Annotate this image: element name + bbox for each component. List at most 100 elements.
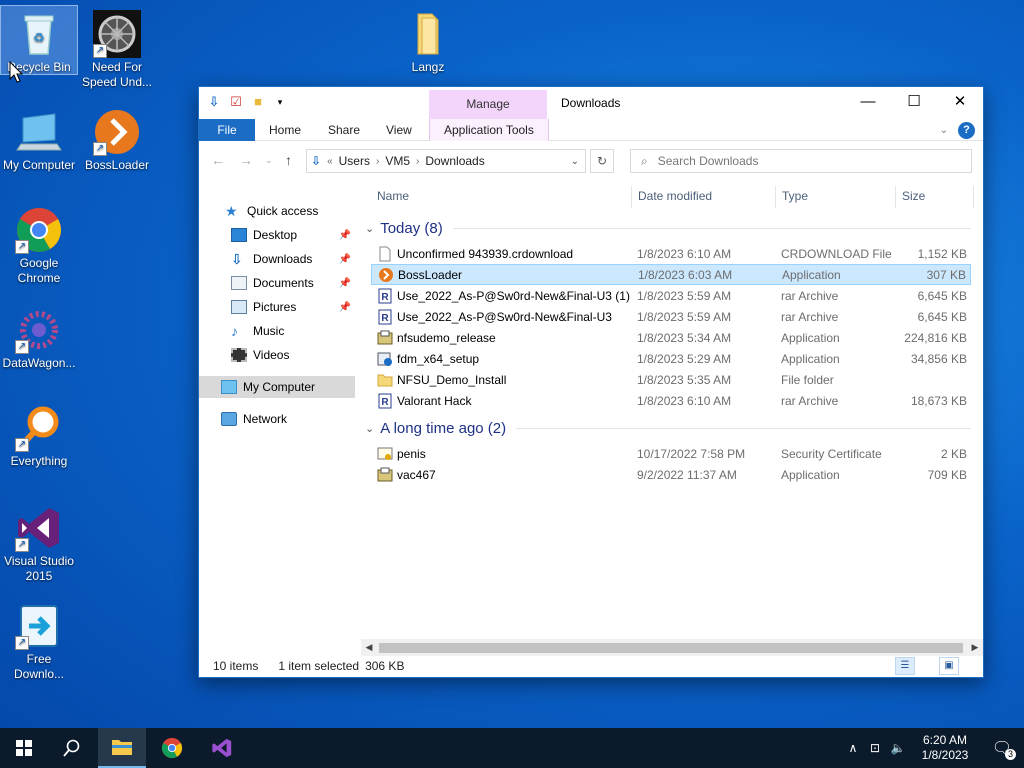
path-overflow[interactable]: « [327, 156, 333, 167]
group-header-today[interactable]: ⌄ Today (8) [365, 218, 971, 238]
up-arrow-icon[interactable]: ↑ [285, 152, 292, 168]
column-divider[interactable] [895, 186, 896, 208]
desktop-icon-free-download-manager[interactable]: ↗ Free Downlo... [1, 598, 77, 682]
table-row[interactable]: R Use_2022_As-P@Sw0rd-New&Final-U3 (1) 1… [371, 285, 971, 306]
expand-ribbon-icon[interactable]: ⌄ [940, 125, 948, 136]
table-row[interactable]: fdm_x64_setup 1/8/2023 5:29 AM Applicati… [371, 348, 971, 369]
address-bar[interactable]: ⇩ « Users › VM5 › Downloads ⌄ [306, 149, 586, 173]
nav-item-pictures[interactable]: Pictures 📌 [199, 296, 355, 318]
column-header-size[interactable]: Size [902, 182, 925, 210]
down-arrow-icon[interactable]: ⇩ [205, 93, 223, 111]
chevron-right-icon[interactable]: › [416, 156, 419, 167]
show-hidden-icons-icon[interactable]: ∧ [842, 741, 864, 755]
desktop-icon-my-computer[interactable]: My Computer [1, 104, 77, 173]
desktop-icon-everything[interactable]: ↗ Everything [1, 400, 77, 469]
tab-file[interactable]: File [199, 119, 255, 141]
file-size: 307 KB [926, 267, 966, 282]
action-center-button[interactable]: 🗨 3 [980, 728, 1024, 768]
column-header-name[interactable]: Name [377, 182, 409, 210]
tab-home[interactable]: Home [255, 119, 315, 141]
taskbar-chrome[interactable] [148, 728, 196, 768]
scrollbar-thumb[interactable] [379, 643, 963, 653]
nav-item-network[interactable]: Network [199, 408, 355, 430]
taskbar-visual-studio[interactable] [198, 728, 246, 768]
nav-item-videos[interactable]: Videos [199, 344, 355, 366]
desktop-icon-langz[interactable]: Langz [390, 6, 466, 75]
desktop-icon-google-chrome[interactable]: ↗ Google Chrome [1, 202, 77, 286]
table-row-selected[interactable]: BossLoader 1/8/2023 6:03 AM Application … [371, 264, 971, 285]
clock[interactable]: 6:20 AM 1/8/2023 [910, 733, 980, 763]
chevron-right-icon[interactable]: › [376, 156, 379, 167]
pin-icon[interactable]: 📌 [339, 278, 351, 289]
file-size: 224,816 KB [904, 330, 967, 345]
nav-item-documents[interactable]: Documents 📌 [199, 272, 355, 294]
desktop-icon-datawagon[interactable]: ↗ DataWagon... [1, 302, 77, 371]
pin-icon[interactable]: 📌 [339, 254, 351, 265]
close-button[interactable]: ✕ [937, 87, 983, 117]
tab-view[interactable]: View [372, 119, 426, 141]
column-divider[interactable] [775, 186, 776, 208]
mouse-cursor-icon [9, 61, 23, 83]
search-input[interactable]: ⌕ Search Downloads [630, 149, 972, 173]
table-row[interactable]: vac467 9/2/2022 11:37 AM Application 709… [371, 464, 971, 485]
file-date: 1/8/2023 5:34 AM [637, 330, 732, 345]
nav-item-downloads[interactable]: ⇩ Downloads 📌 [199, 248, 355, 270]
search-button[interactable] [48, 728, 96, 768]
path-segment-users[interactable]: Users [339, 154, 370, 168]
scroll-left-arrow-icon[interactable]: ◀ [361, 639, 377, 656]
table-row[interactable]: NFSU_Demo_Install 1/8/2023 5:35 AM File … [371, 369, 971, 390]
recent-locations-icon[interactable]: ⌄ [265, 155, 273, 166]
help-icon[interactable]: ? [958, 122, 975, 139]
tab-share[interactable]: Share [314, 119, 374, 141]
scroll-right-arrow-icon[interactable]: ▶ [967, 639, 983, 656]
minimize-button[interactable]: — [845, 87, 891, 117]
horizontal-scrollbar[interactable]: ◀ ▶ [361, 639, 983, 656]
group-header-long-ago[interactable]: ⌄ A long time ago (2) [365, 418, 971, 438]
desktop-icon-need-for-speed[interactable]: ↗ Need For Speed Und... [79, 6, 155, 90]
navigation-pane: ★ Quick access Desktop 📌 ⇩ Downloads 📌 D… [199, 182, 355, 642]
pin-icon[interactable]: 📌 [339, 230, 351, 241]
nav-item-music[interactable]: ♪ Music [199, 320, 355, 342]
start-button[interactable] [0, 728, 48, 768]
column-divider[interactable] [973, 186, 974, 208]
network-status-icon[interactable]: ⊡ [864, 741, 886, 755]
column-divider[interactable] [631, 186, 632, 208]
tab-application-tools[interactable]: Application Tools [429, 119, 549, 141]
file-size: 709 KB [927, 467, 967, 482]
tab-manage[interactable]: Manage [429, 90, 547, 119]
table-row[interactable]: Unconfirmed 943939.crdownload 1/8/2023 6… [371, 243, 971, 264]
chevron-down-icon[interactable]: ⌄ [365, 422, 374, 435]
large-icons-view-icon[interactable]: ▣ [939, 657, 959, 675]
properties-icon[interactable]: ☑ [227, 93, 245, 111]
desktop-icon-label: BossLoader [84, 158, 150, 172]
file-name: penis [397, 446, 426, 461]
desktop-icon-visual-studio[interactable]: ↗ Visual Studio 2015 [1, 500, 77, 584]
maximize-button[interactable]: ☐ [891, 87, 937, 117]
forward-arrow-icon[interactable]: → [239, 152, 253, 168]
taskbar-file-explorer[interactable] [98, 728, 146, 768]
file-name: fdm_x64_setup [397, 351, 480, 366]
path-segment-downloads[interactable]: Downloads [425, 154, 484, 168]
table-row[interactable]: penis 10/17/2022 7:58 PM Security Certif… [371, 443, 971, 464]
table-row[interactable]: nfsudemo_release 1/8/2023 5:34 AM Applic… [371, 327, 971, 348]
nav-item-my-computer[interactable]: My Computer [199, 376, 355, 398]
pin-icon[interactable]: 📌 [339, 302, 351, 313]
chevron-down-icon[interactable]: ⌄ [365, 222, 374, 235]
column-header-type[interactable]: Type [782, 182, 808, 210]
volume-icon[interactable]: 🔈 [886, 741, 910, 755]
chevron-down-icon[interactable]: ⌄ [571, 156, 579, 167]
title-bar[interactable]: ⇩ ☑ ■ ▾ Manage Downloads — ☐ ✕ [199, 87, 983, 119]
column-header-date[interactable]: Date modified [638, 182, 712, 210]
table-row[interactable]: R Use_2022_As-P@Sw0rd-New&Final-U3 1/8/2… [371, 306, 971, 327]
path-segment-vm5[interactable]: VM5 [385, 154, 410, 168]
nav-item-quick-access[interactable]: ★ Quick access [199, 200, 355, 222]
customize-toolbar-icon[interactable]: ▾ [271, 93, 289, 111]
new-folder-icon[interactable]: ■ [249, 93, 267, 111]
details-view-icon[interactable]: ☰ [895, 657, 915, 675]
desktop-icon-bossloader[interactable]: ↗ BossLoader [79, 104, 155, 173]
table-row[interactable]: R Valorant Hack 1/8/2023 6:10 AM rar Arc… [371, 390, 971, 411]
refresh-button[interactable]: ↻ [590, 149, 614, 173]
back-arrow-icon[interactable]: ← [211, 152, 225, 168]
file-name: nfsudemo_release [397, 330, 496, 345]
nav-item-desktop[interactable]: Desktop 📌 [199, 224, 355, 246]
